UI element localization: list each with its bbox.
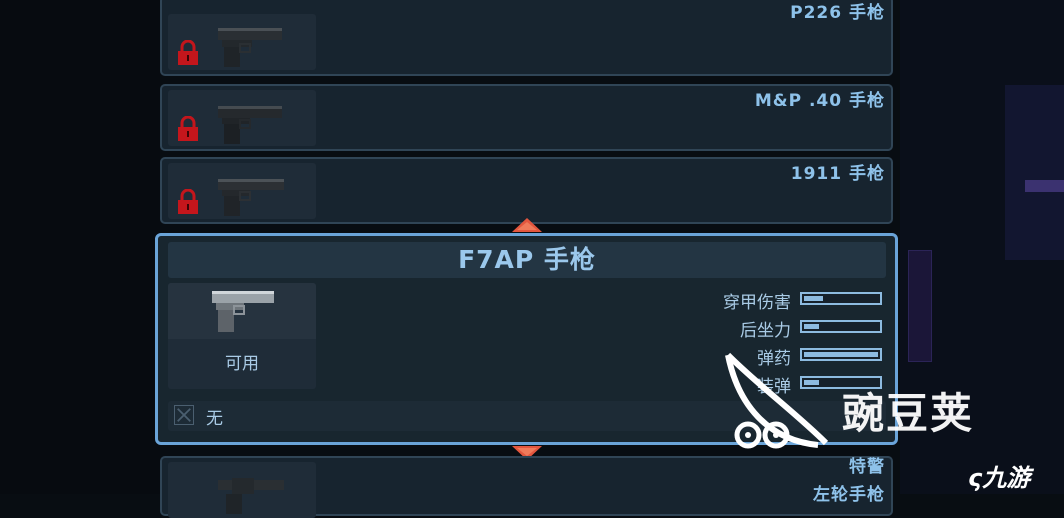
background-left bbox=[0, 0, 160, 494]
weapon-row-p226[interactable]: P226 手枪 bbox=[160, 0, 893, 76]
stat-bar-fill bbox=[804, 324, 819, 329]
stat-label-armor-damage: 穿甲伤害 bbox=[723, 293, 791, 313]
lock-icon bbox=[178, 189, 198, 214]
stat-label-recoil: 后坐力 bbox=[740, 321, 791, 341]
background-panel bbox=[1025, 180, 1064, 192]
weapon-name: 左轮手枪 bbox=[813, 485, 885, 505]
weapon-name: 1911 手枪 bbox=[790, 164, 885, 184]
weapon-row-1911[interactable]: 1911 手枪 bbox=[160, 157, 893, 224]
background-panel bbox=[1005, 85, 1064, 260]
pea-pod-logo-icon bbox=[725, 352, 829, 449]
revolver-icon bbox=[218, 478, 284, 514]
pistol-icon bbox=[218, 106, 282, 144]
weapon-thumbnail bbox=[168, 14, 316, 70]
stat-bar-fill bbox=[804, 296, 823, 301]
weapon-thumbnail bbox=[168, 163, 316, 219]
pistol-icon bbox=[212, 291, 274, 332]
weapon-name: P226 手枪 bbox=[790, 3, 885, 23]
watermark-site-label: 九游 bbox=[982, 464, 1031, 492]
weapon-row-mp40[interactable]: M&P .40 手枪 bbox=[160, 84, 893, 151]
watermark-site: ς九游 bbox=[968, 458, 1030, 493]
weapon-name: M&P .40 手枪 bbox=[754, 91, 885, 111]
site-logo-icon: ς bbox=[968, 464, 983, 492]
background-panel bbox=[908, 250, 932, 362]
lock-icon bbox=[178, 40, 198, 65]
stat-bar-armor-damage bbox=[800, 292, 882, 305]
weapon-row-revolver[interactable]: 特警 左轮手枪 bbox=[160, 456, 893, 518]
selected-weapon-thumbnail: 可用 bbox=[168, 283, 316, 389]
stat-bar-recoil bbox=[800, 320, 882, 333]
empty-slot-icon bbox=[174, 405, 194, 425]
weapon-thumbnail bbox=[168, 462, 316, 518]
lock-icon bbox=[178, 116, 198, 141]
pistol-icon bbox=[218, 179, 284, 216]
weapon-thumbnail bbox=[168, 90, 316, 146]
status-label: 可用 bbox=[225, 354, 259, 374]
weapon-image-frame bbox=[168, 283, 316, 339]
weapon-category-label: 特警 bbox=[849, 457, 885, 477]
pistol-icon bbox=[218, 28, 282, 67]
scroll-up-arrow-icon[interactable] bbox=[512, 218, 542, 232]
selected-weapon-title: F7AP 手枪 bbox=[168, 242, 886, 278]
watermark-brand: 豌豆荚 bbox=[842, 389, 975, 438]
attachment-label: 无 bbox=[206, 409, 223, 429]
